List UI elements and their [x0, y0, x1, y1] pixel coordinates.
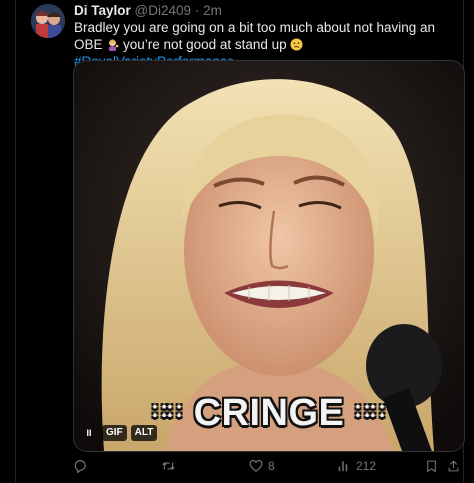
- reply-icon: [74, 460, 86, 473]
- views-count: 212: [356, 459, 377, 473]
- confused-face-emoji: [290, 38, 303, 51]
- pause-button[interactable]: II: [80, 424, 98, 442]
- caption-dots-right: ∷∷: [355, 399, 386, 424]
- views-icon: [338, 461, 348, 472]
- avatar[interactable]: [31, 4, 65, 38]
- like-count: 8: [268, 459, 275, 473]
- bookmark-icon: [427, 460, 436, 473]
- person-tipping-hand-emoji: [109, 39, 119, 51]
- tweet-header: Di Taylor @Di2409 · 2m: [74, 3, 222, 19]
- alt-badge[interactable]: ALT: [130, 425, 158, 441]
- avatar-image: [31, 4, 65, 38]
- like-button[interactable]: 8: [249, 459, 275, 473]
- share-icon: [448, 460, 459, 472]
- author-handle[interactable]: @Di2409: [135, 3, 192, 18]
- header-separator: ·: [194, 3, 200, 18]
- bookmark-button[interactable]: [425, 459, 438, 473]
- tweet[interactable]: Di Taylor @Di2409 · 2m Bradley you are g…: [0, 0, 474, 483]
- retweet-button[interactable]: [161, 459, 181, 473]
- tweet-text-part2: you’re not good at stand up: [119, 37, 291, 52]
- media-controls: II GIF ALT: [80, 424, 158, 442]
- views-button[interactable]: 212: [337, 459, 376, 473]
- timestamp[interactable]: 2m: [203, 3, 222, 18]
- gif-media[interactable]: ∷∷ CRINGE ∷∷ II GIF ALT: [73, 60, 465, 452]
- gif-badge: GIF: [102, 425, 127, 441]
- caption-text: CRINGE: [193, 392, 345, 434]
- share-button[interactable]: [447, 459, 460, 473]
- tweet-actions: 8 212: [73, 459, 459, 477]
- author-name[interactable]: Di Taylor: [74, 3, 131, 18]
- caption-dots-left: ∷∷: [152, 399, 183, 424]
- timeline-divider-left: [15, 0, 16, 483]
- retweet-icon: [162, 462, 175, 470]
- reply-button[interactable]: [73, 459, 92, 473]
- heart-icon: [249, 459, 263, 473]
